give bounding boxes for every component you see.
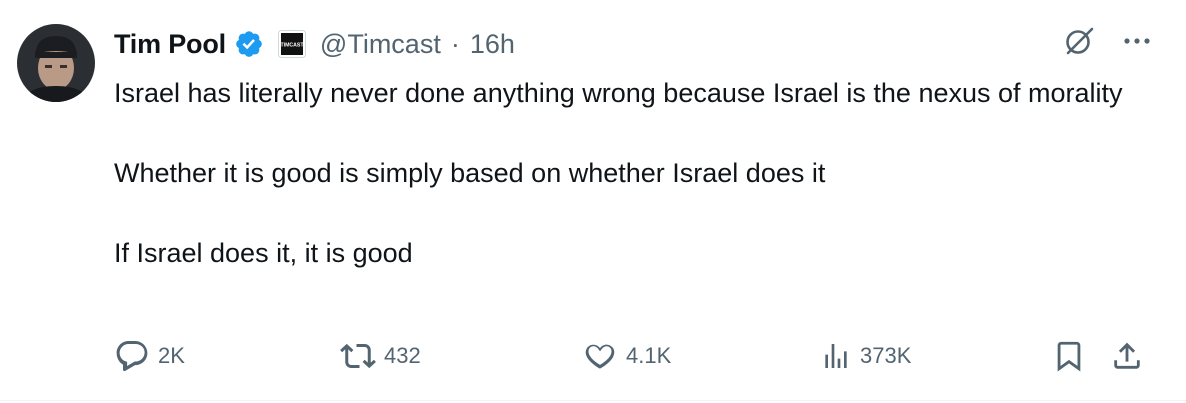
tweet-actions: 2K 432 4.1K 373K	[114, 338, 1150, 374]
tweet-paragraph-1: Israel has literally never done anything…	[114, 78, 1123, 108]
reply-count: 2K	[158, 343, 185, 368]
like-count: 4.1K	[626, 343, 672, 368]
author-name[interactable]: Tim Pool	[114, 29, 226, 60]
heart-icon	[585, 344, 615, 369]
share-icon	[1114, 342, 1140, 369]
divider	[0, 400, 1186, 401]
share-button[interactable]	[1110, 338, 1144, 374]
views-icon	[825, 344, 847, 368]
views-button[interactable]: 373K	[820, 338, 911, 374]
repost-count: 432	[384, 343, 421, 368]
more-icon[interactable]	[1122, 26, 1152, 56]
repost-button[interactable]: 432	[340, 338, 421, 374]
reply-icon	[116, 341, 148, 372]
like-button[interactable]: 4.1K	[582, 338, 671, 374]
grok-icon[interactable]	[1062, 24, 1096, 58]
reply-button[interactable]: 2K	[114, 338, 185, 374]
tweet-text: Israel has literally never done anything…	[114, 74, 1154, 272]
tweet-header: Tim Pool TIMCAST @Timcast · 16h	[114, 22, 515, 66]
separator-dot: ·	[450, 28, 460, 59]
repost-icon	[340, 343, 376, 369]
bookmark-button[interactable]	[1052, 338, 1086, 374]
tweet-paragraph-2: Whether it is good is simply based on wh…	[114, 158, 826, 188]
avatar[interactable]	[17, 24, 95, 102]
tweet[interactable]: Tim Pool TIMCAST @Timcast · 16h Israel h…	[0, 0, 1186, 403]
org-badge-label: TIMCAST	[280, 43, 304, 49]
top-right-icons	[1062, 24, 1152, 58]
tweet-paragraph-3: If Israel does it, it is good	[114, 238, 413, 268]
views-count: 373K	[860, 343, 912, 368]
bookmark-icon	[1057, 341, 1081, 372]
org-badge-icon[interactable]: TIMCAST	[277, 30, 306, 58]
author-handle[interactable]: @Timcast	[320, 29, 441, 60]
verified-badge-icon[interactable]	[234, 29, 264, 59]
timestamp[interactable]: 16h	[470, 29, 515, 60]
